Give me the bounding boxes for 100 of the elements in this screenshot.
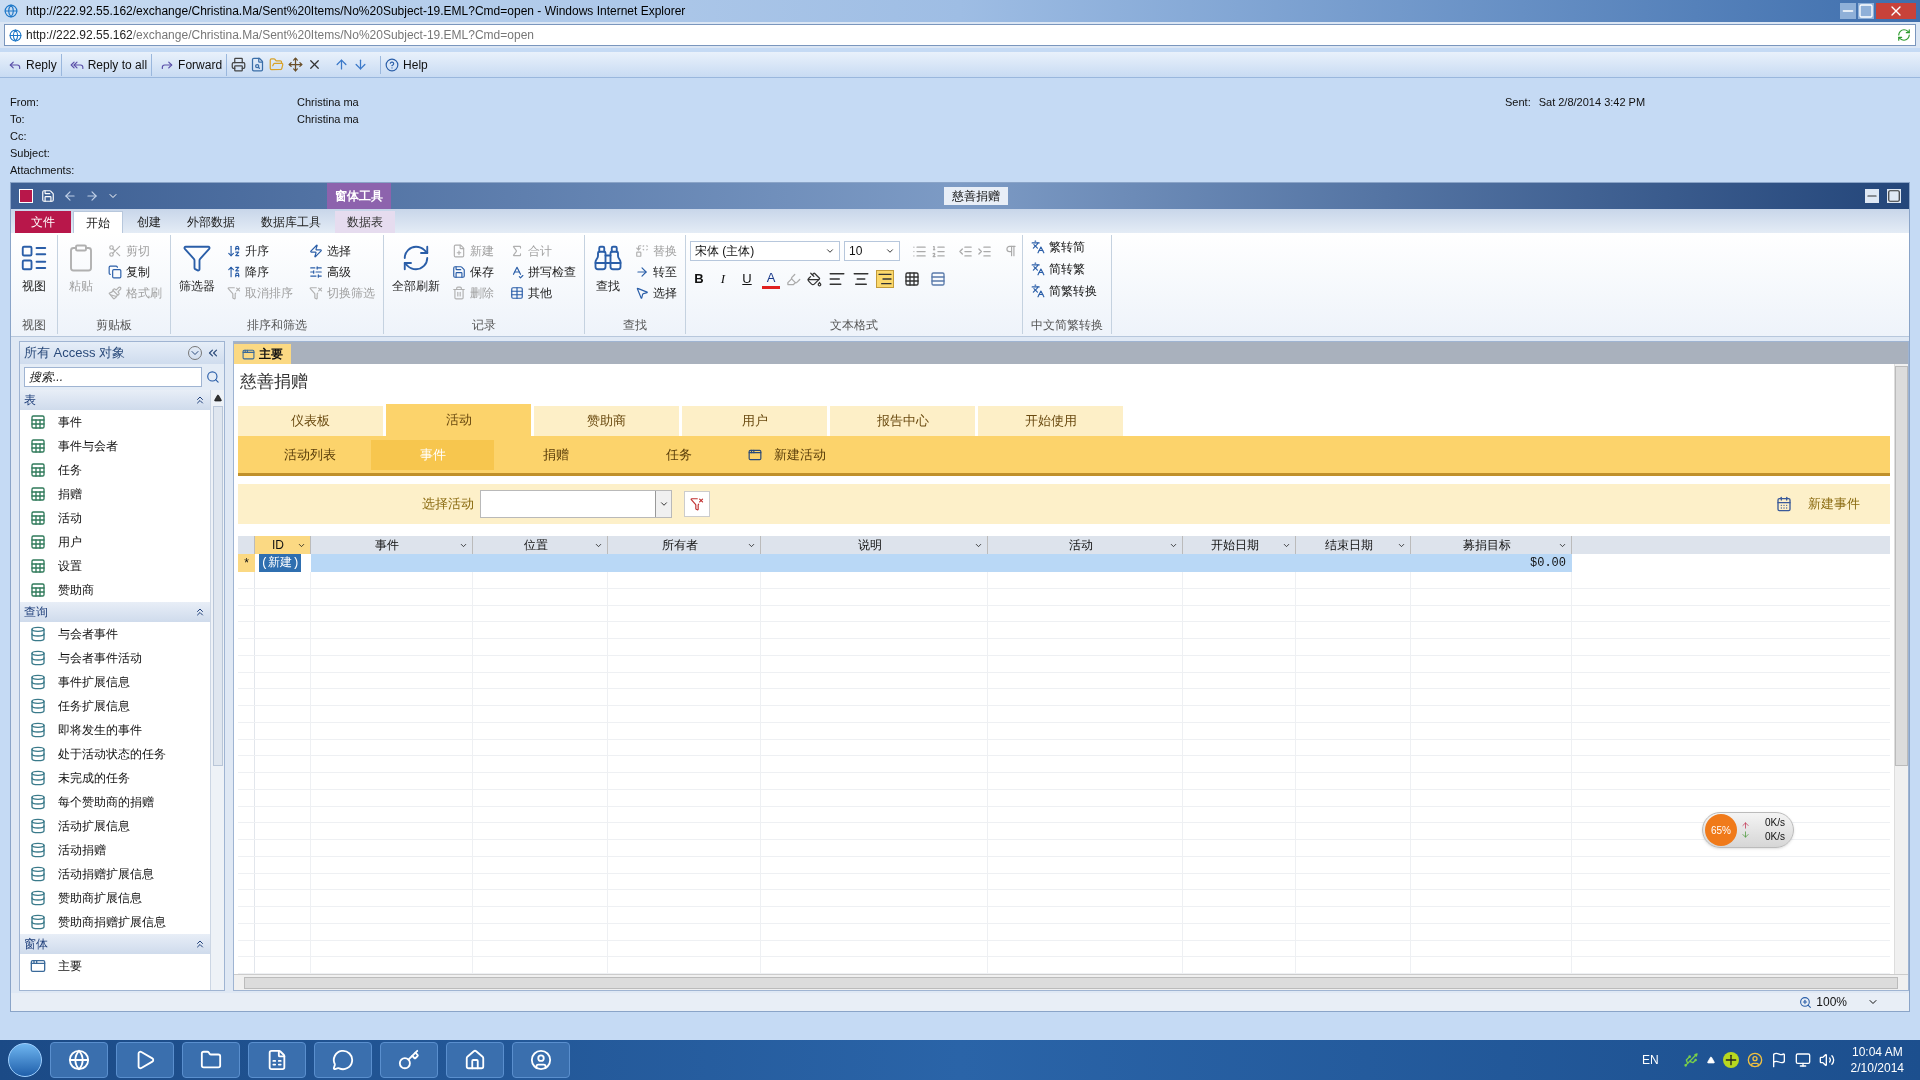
- nav-item[interactable]: 事件扩展信息: [20, 670, 210, 694]
- format-button[interactable]: B: [690, 269, 708, 289]
- toolbar-button[interactable]: Reply to all: [65, 53, 153, 76]
- show-hidden-icon[interactable]: [1706, 1056, 1715, 1064]
- form-tab[interactable]: 仪表板: [238, 406, 383, 436]
- undo-icon[interactable]: [63, 189, 77, 203]
- subtab[interactable]: 任务: [617, 439, 740, 470]
- nav-item[interactable]: 任务: [20, 458, 210, 482]
- ribbon-button[interactable]: 高级: [305, 262, 379, 282]
- align-icon[interactable]: [828, 270, 846, 288]
- table-cell[interactable]: (新建): [259, 554, 302, 572]
- row-selector[interactable]: *: [238, 554, 255, 572]
- subtab[interactable]: 捐赠: [494, 439, 617, 470]
- paint-bucket-icon[interactable]: [807, 271, 822, 287]
- form-tab[interactable]: 用户: [682, 406, 827, 436]
- minimize-icon[interactable]: [1865, 189, 1879, 203]
- new-event-button[interactable]: 新建事件: [1776, 494, 1860, 514]
- ribbon-button[interactable]: 转至: [631, 262, 681, 282]
- ribbon-button[interactable]: 升序: [223, 241, 297, 261]
- ribbon-button[interactable]: 选择: [305, 241, 379, 261]
- search-icon[interactable]: [206, 370, 220, 384]
- nav-item[interactable]: 未完成的任务: [20, 766, 210, 790]
- clock[interactable]: 10:04 AM 2/10/2014: [1850, 1044, 1904, 1076]
- nav-item[interactable]: 活动扩展信息: [20, 814, 210, 838]
- volume-icon[interactable]: [1818, 1052, 1835, 1068]
- plus-icon[interactable]: [1722, 1052, 1739, 1068]
- nav-item[interactable]: 赞助商扩展信息: [20, 886, 210, 910]
- ribbon-button[interactable]: 视图: [15, 239, 53, 309]
- nav-item[interactable]: 主要: [20, 954, 210, 978]
- toolbar-button[interactable]: Reply: [4, 53, 62, 76]
- language-indicator[interactable]: EN: [1641, 1051, 1659, 1069]
- key-icon[interactable]: [398, 1049, 420, 1071]
- nav-item[interactable]: 每个赞助商的捐赠: [20, 790, 210, 814]
- ribbon-tab[interactable]: 外部数据: [175, 211, 247, 233]
- nav-item[interactable]: 活动捐赠: [20, 838, 210, 862]
- nav-item[interactable]: 事件: [20, 410, 210, 434]
- nav-item[interactable]: 设置: [20, 554, 210, 578]
- scrollbar[interactable]: [210, 390, 224, 990]
- gridlines-icon[interactable]: [904, 271, 920, 287]
- ribbon-button[interactable]: 简繁转换: [1031, 281, 1103, 301]
- move-icon[interactable]: [288, 57, 304, 72]
- nav-item[interactable]: 即将发生的事件: [20, 718, 210, 742]
- nav-item[interactable]: 赞助商捐赠扩展信息: [20, 910, 210, 934]
- help-button[interactable]: Help: [380, 55, 432, 74]
- scrollbar[interactable]: [1894, 364, 1908, 974]
- ribbon-tab[interactable]: 数据表: [335, 211, 395, 233]
- table-cell[interactable]: $0.00: [1530, 554, 1572, 572]
- nav-item[interactable]: 处于活动状态的任务: [20, 742, 210, 766]
- document-tab[interactable]: 主要: [234, 344, 291, 364]
- nav-item[interactable]: 事件与会者: [20, 434, 210, 458]
- nav-item[interactable]: 活动: [20, 506, 210, 530]
- user-icon[interactable]: [530, 1049, 552, 1071]
- spreadsheet-icon[interactable]: [266, 1049, 288, 1071]
- zoom-level[interactable]: 100%: [1816, 993, 1847, 1011]
- ribbon-button[interactable]: 全部刷新: [388, 239, 444, 309]
- toolbar-button[interactable]: Forward: [156, 53, 228, 76]
- ribbon-button[interactable]: 拼写检查: [506, 262, 580, 282]
- format-button[interactable]: U: [738, 269, 756, 289]
- subtab[interactable]: 活动列表: [248, 439, 371, 470]
- horizontal-scrollbar[interactable]: [234, 974, 1908, 990]
- column-header[interactable]: ID: [255, 536, 311, 554]
- group-header[interactable]: 窗体: [20, 934, 210, 954]
- network-icon[interactable]: [1794, 1052, 1811, 1068]
- flag-icon[interactable]: [1770, 1052, 1787, 1068]
- new-activity-button[interactable]: 新建活动: [748, 444, 826, 465]
- address-field[interactable]: http://222.92.55.162/exchange/Christina.Ma/Sent%20Items/No%20Subject-19.EML?Cmd=open: [4, 24, 1916, 46]
- ribbon-button[interactable]: 查找: [589, 239, 627, 309]
- nav-item[interactable]: 与会者事件活动: [20, 646, 210, 670]
- ribbon-button[interactable]: 简转繁: [1031, 259, 1103, 279]
- align-icon[interactable]: [876, 270, 894, 288]
- form-tab[interactable]: 开始使用: [978, 406, 1123, 436]
- start-button[interactable]: [8, 1043, 42, 1077]
- globe-icon[interactable]: [68, 1049, 90, 1071]
- rows-icon[interactable]: [930, 271, 946, 287]
- nav-item[interactable]: 活动捐赠扩展信息: [20, 862, 210, 886]
- ribbon-button[interactable]: 其他: [506, 283, 580, 303]
- ribbon-button[interactable]: 降序: [223, 262, 297, 282]
- document-search-icon[interactable]: [250, 57, 266, 72]
- ribbon-button[interactable]: 选择: [631, 283, 681, 303]
- ribbon-button[interactable]: 复制: [104, 262, 166, 282]
- close-icon[interactable]: [1876, 3, 1916, 19]
- nav-item[interactable]: 用户: [20, 530, 210, 554]
- house-icon[interactable]: [464, 1049, 486, 1071]
- refresh-icon[interactable]: [1897, 28, 1911, 42]
- ribbon-button[interactable]: 繁转简: [1031, 237, 1103, 257]
- printer-icon[interactable]: [231, 57, 247, 72]
- ribbon-tab[interactable]: 数据库工具: [249, 211, 333, 233]
- group-header[interactable]: 表: [20, 390, 210, 410]
- ribbon-tab[interactable]: 文件: [15, 211, 71, 233]
- font-name-field[interactable]: 宋体 (主体): [690, 241, 840, 261]
- redo-icon[interactable]: [85, 189, 99, 203]
- nav-item[interactable]: 与会者事件: [20, 622, 210, 646]
- clear-filter-button[interactable]: [684, 491, 710, 517]
- form-tab[interactable]: 活动: [386, 404, 531, 436]
- folder-icon[interactable]: [200, 1049, 222, 1071]
- usb-icon[interactable]: [1682, 1052, 1699, 1068]
- search-field[interactable]: 搜索...: [24, 367, 203, 387]
- ribbon-button[interactable]: 筛选器: [175, 239, 219, 309]
- format-button[interactable]: I: [714, 269, 732, 289]
- ribbon-tab[interactable]: 开始: [73, 211, 123, 233]
